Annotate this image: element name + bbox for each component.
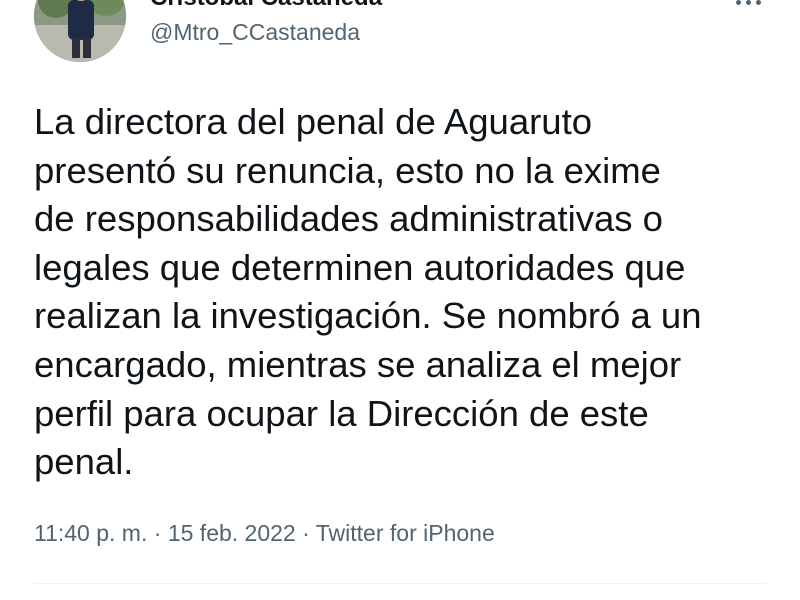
tweet-text: La directora del penal de Aguaruto prese… (34, 101, 702, 483)
more-horizontal-icon (755, 0, 761, 5)
tweet-date[interactable]: 15 feb. 2022 (168, 520, 296, 546)
user-handle[interactable]: @Mtro_CCastaneda (150, 19, 360, 46)
tweet-time[interactable]: 11:40 p. m. (34, 520, 147, 546)
avatar-photo (34, 0, 126, 62)
meta-separator: · (295, 520, 316, 546)
more-horizontal-icon (745, 0, 751, 5)
avatar[interactable] (34, 0, 126, 62)
tweet-meta: 11:40 p. m. · 15 feb. 2022 · Twitter for… (34, 520, 495, 547)
more-horizontal-icon (735, 0, 741, 5)
tweet-card: Cristobal Castaneda @Mtro_CCastaneda La … (0, 0, 800, 600)
meta-separator: · (147, 520, 168, 546)
divider (34, 583, 766, 584)
display-name[interactable]: Cristobal Castaneda (150, 0, 382, 12)
more-options-button[interactable] (728, 0, 768, 12)
tweet-source[interactable]: Twitter for iPhone (316, 520, 495, 546)
